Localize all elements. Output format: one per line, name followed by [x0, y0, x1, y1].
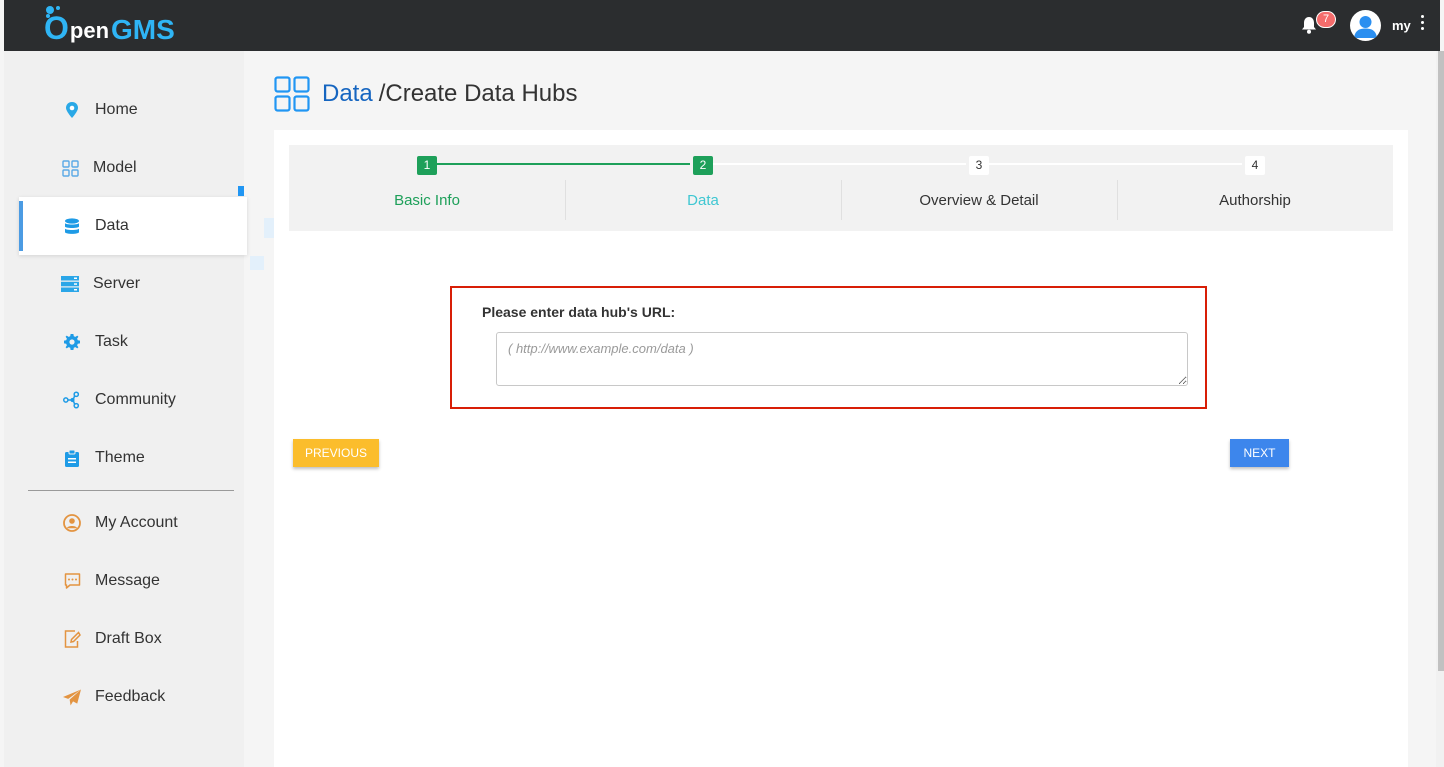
server-icon	[61, 275, 79, 293]
step-connector	[713, 163, 966, 165]
url-label: Please enter data hub's URL:	[482, 304, 676, 320]
step-basic-info[interactable]: 1 Basic Info	[289, 145, 565, 231]
username[interactable]: my	[1392, 18, 1411, 33]
sidebar-item-task[interactable]: Task	[19, 313, 247, 371]
logo-o: O	[44, 6, 69, 46]
sidebar: Home Model Data Server Task Community Th…	[4, 51, 247, 767]
sidebar-item-home[interactable]: Home	[19, 81, 247, 139]
decoration	[250, 256, 264, 270]
sidebar-item-message[interactable]: Message	[19, 552, 247, 610]
grid-icon	[61, 159, 79, 177]
decoration	[264, 218, 274, 238]
sidebar-item-label: Message	[95, 572, 160, 589]
step-number: 2	[693, 156, 713, 175]
gear-icon	[63, 333, 81, 351]
database-icon	[63, 217, 81, 235]
scrollbar-thumb[interactable]	[1438, 51, 1444, 671]
step-number: 1	[417, 156, 437, 175]
sidebar-item-label: My Account	[95, 514, 178, 531]
avatar[interactable]	[1350, 10, 1381, 41]
sidebar-item-label: Feedback	[95, 688, 166, 705]
clipboard-icon	[63, 449, 81, 467]
page-title: Data /Create Data Hubs	[274, 74, 577, 114]
logo-pen: pen	[69, 18, 110, 43]
url-input[interactable]	[496, 332, 1188, 386]
sidebar-item-my-account[interactable]: My Account	[19, 494, 247, 552]
sidebar-item-draft-box[interactable]: Draft Box	[19, 610, 247, 668]
step-data[interactable]: 2 Data	[565, 145, 841, 231]
user-circle-icon	[63, 514, 81, 532]
step-connector-done	[437, 163, 690, 165]
step-label: Authorship	[1219, 192, 1291, 209]
sidebar-item-label: Community	[95, 391, 176, 408]
step-authorship[interactable]: 4 Authorship	[1117, 145, 1393, 231]
stepper: 1 Basic Info 2 Data 3 Overview & Detail …	[289, 145, 1393, 231]
sidebar-item-feedback[interactable]: Feedback	[19, 668, 247, 726]
sidebar-item-label: Model	[93, 159, 137, 176]
sidebar-item-label: Server	[93, 275, 141, 292]
sidebar-divider	[28, 490, 234, 491]
step-label: Basic Info	[394, 192, 460, 209]
sidebar-item-model[interactable]: Model	[19, 139, 247, 197]
step-connector	[989, 163, 1242, 165]
user-avatar-icon	[1354, 16, 1377, 38]
sidebar-item-server[interactable]: Server	[19, 255, 247, 313]
sidebar-item-community[interactable]: Community	[19, 371, 247, 429]
sidebar-item-label: Draft Box	[95, 630, 162, 647]
top-bar: O pen GMS	[4, 0, 1440, 51]
step-label: Overview & Detail	[919, 192, 1039, 209]
step-label: Data	[687, 192, 719, 209]
more-vertical-icon[interactable]	[1418, 15, 1426, 35]
sidebar-item-label: Data	[95, 217, 129, 234]
grid-icon	[274, 76, 310, 112]
opengms-logo[interactable]: O pen GMS	[44, 6, 175, 46]
location-pin-icon	[63, 101, 81, 119]
notification-badge: 7	[1316, 11, 1336, 28]
url-form-box: Please enter data hub's URL:	[450, 286, 1207, 409]
step-number: 3	[969, 156, 989, 175]
paper-plane-icon	[63, 688, 81, 706]
sidebar-item-label: Theme	[95, 449, 145, 466]
breadcrumb-current: /Create Data Hubs	[378, 80, 578, 107]
step-overview-detail[interactable]: 3 Overview & Detail	[841, 145, 1117, 231]
share-nodes-icon	[63, 391, 81, 409]
edit-document-icon	[63, 630, 81, 648]
sidebar-item-label: Task	[95, 333, 128, 350]
message-icon	[63, 572, 81, 590]
step-number: 4	[1245, 156, 1265, 175]
sidebar-item-theme[interactable]: Theme	[19, 429, 247, 487]
sidebar-item-label: Home	[95, 101, 138, 118]
previous-button[interactable]: PREVIOUS	[293, 439, 379, 467]
logo-gms: GMS	[111, 14, 175, 45]
sidebar-item-data[interactable]: Data	[19, 197, 247, 255]
active-indicator	[238, 186, 244, 196]
next-button[interactable]: NEXT	[1230, 439, 1289, 467]
breadcrumb-data[interactable]: Data	[322, 80, 373, 108]
